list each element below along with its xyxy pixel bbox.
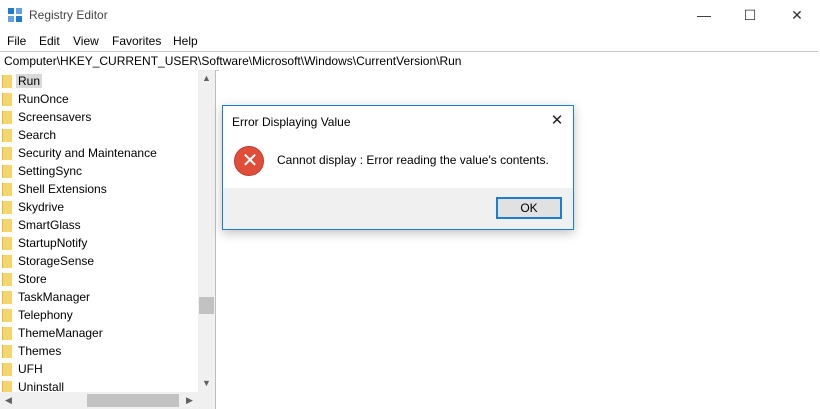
ok-button[interactable]: OK <box>496 197 562 219</box>
title-bar: Registry Editor — ☐ ✕ <box>0 0 820 31</box>
folder-icon <box>2 129 12 142</box>
error-message: Cannot display : Error reading the value… <box>277 153 549 167</box>
tree-item-label: RunOnce <box>18 92 69 106</box>
tree-item-label: Screensavers <box>18 110 92 124</box>
tree-item-label: TaskManager <box>18 290 91 304</box>
tree-item-label: Store <box>18 272 47 286</box>
folder-icon <box>2 201 12 214</box>
tree-item-themes[interactable]: Themes <box>0 342 198 360</box>
scroll-right-arrow-icon[interactable]: ▶ <box>181 392 198 409</box>
tree-item-label: StartupNotify <box>18 236 88 250</box>
dialog-body: ✕ Cannot display : Error reading the val… <box>223 136 573 188</box>
folder-icon <box>2 183 12 196</box>
folder-icon <box>2 147 12 160</box>
folder-icon <box>2 273 12 286</box>
tree-item-security-and-maintenance[interactable]: Security and Maintenance <box>0 144 198 162</box>
tree-item-telephony[interactable]: Telephony <box>0 306 198 324</box>
tree-item-search[interactable]: Search <box>0 126 198 144</box>
tree-item-label: ThemeManager <box>18 326 103 340</box>
scrollbar-corner <box>198 392 215 409</box>
tree-item-screensavers[interactable]: Screensavers <box>0 108 198 126</box>
tree-item-runonce[interactable]: RunOnce <box>0 90 198 108</box>
tree-item-skydrive[interactable]: Skydrive <box>0 198 198 216</box>
menu-file[interactable]: File <box>7 34 26 48</box>
menu-bar: File Edit View Favorites Help <box>0 31 820 51</box>
dialog-title: Error Displaying Value <box>232 115 351 129</box>
menu-view[interactable]: View <box>73 34 99 48</box>
folder-icon <box>2 291 12 304</box>
dialog-title-bar: Error Displaying Value ✕ <box>223 106 573 136</box>
scroll-down-arrow-icon[interactable]: ▼ <box>198 375 215 392</box>
tree-item-taskmanager[interactable]: TaskManager <box>0 288 198 306</box>
error-dialog: Error Displaying Value ✕ ✕ Cannot displa… <box>222 105 574 230</box>
folder-icon <box>2 309 12 322</box>
tree-item-label: Run <box>16 74 43 88</box>
tree-item-label: SettingSync <box>18 164 83 178</box>
folder-icon <box>2 111 12 124</box>
menu-help[interactable]: Help <box>173 34 198 48</box>
tree-item-storagesense[interactable]: StorageSense <box>0 252 198 270</box>
tree-item-label: Security and Maintenance <box>18 146 157 160</box>
tree-item-run[interactable]: Run <box>0 72 198 90</box>
tree-item-label: SmartGlass <box>18 218 81 232</box>
tree-item-label: Skydrive <box>18 200 65 214</box>
menu-edit[interactable]: Edit <box>39 34 60 48</box>
folder-icon <box>2 93 12 106</box>
tree-item-ufh[interactable]: UFH <box>0 360 198 378</box>
minimize-button[interactable]: — <box>681 0 727 31</box>
address-path[interactable]: Computer\HKEY_CURRENT_USER\Software\Micr… <box>4 54 461 68</box>
tree-item-label: Telephony <box>18 308 73 322</box>
folder-icon <box>2 327 12 340</box>
tree-item-label: Themes <box>18 344 62 358</box>
error-x-glyph: ✕ <box>241 150 259 172</box>
tree-item-label: UFH <box>18 362 43 376</box>
tree-item-settingsync[interactable]: SettingSync <box>0 162 198 180</box>
tree-item-label: StorageSense <box>18 254 95 268</box>
tree-item-thememanager[interactable]: ThemeManager <box>0 324 198 342</box>
folder-icon <box>2 363 12 376</box>
tree-horizontal-scrollbar[interactable]: ◀ ▶ <box>0 392 215 409</box>
dialog-close-icon[interactable]: ✕ <box>545 109 569 133</box>
tree-item-startupnotify[interactable]: StartupNotify <box>0 234 198 252</box>
tree-item-label: Search <box>18 128 57 142</box>
tree-item-label: Shell Extensions <box>18 182 107 196</box>
folder-icon <box>2 75 12 88</box>
folder-icon <box>2 165 12 178</box>
error-icon: ✕ <box>234 146 264 176</box>
folder-icon <box>2 345 12 358</box>
close-window-button[interactable]: ✕ <box>774 0 820 31</box>
folder-icon <box>2 237 12 250</box>
scroll-up-arrow-icon[interactable]: ▲ <box>198 70 215 87</box>
address-bar[interactable]: Computer\HKEY_CURRENT_USER\Software\Micr… <box>0 51 818 71</box>
scroll-left-arrow-icon[interactable]: ◀ <box>0 392 17 409</box>
vertical-scroll-thumb[interactable] <box>199 297 214 314</box>
tree-item-store[interactable]: Store <box>0 270 198 288</box>
horizontal-scroll-thumb[interactable] <box>87 394 179 407</box>
menu-favorites[interactable]: Favorites <box>112 34 161 48</box>
tree-item-smartglass[interactable]: SmartGlass <box>0 216 198 234</box>
key-tree: Run RunOnce Screensavers Search Security… <box>0 70 216 409</box>
folder-icon <box>2 255 12 268</box>
registry-icon <box>8 8 22 22</box>
tree-vertical-scrollbar[interactable]: ▲ ▼ <box>198 70 215 392</box>
tree-item-shell-extensions[interactable]: Shell Extensions <box>0 180 198 198</box>
folder-icon <box>2 219 12 232</box>
window-title: Registry Editor <box>29 8 108 22</box>
maximize-button[interactable]: ☐ <box>727 0 773 31</box>
